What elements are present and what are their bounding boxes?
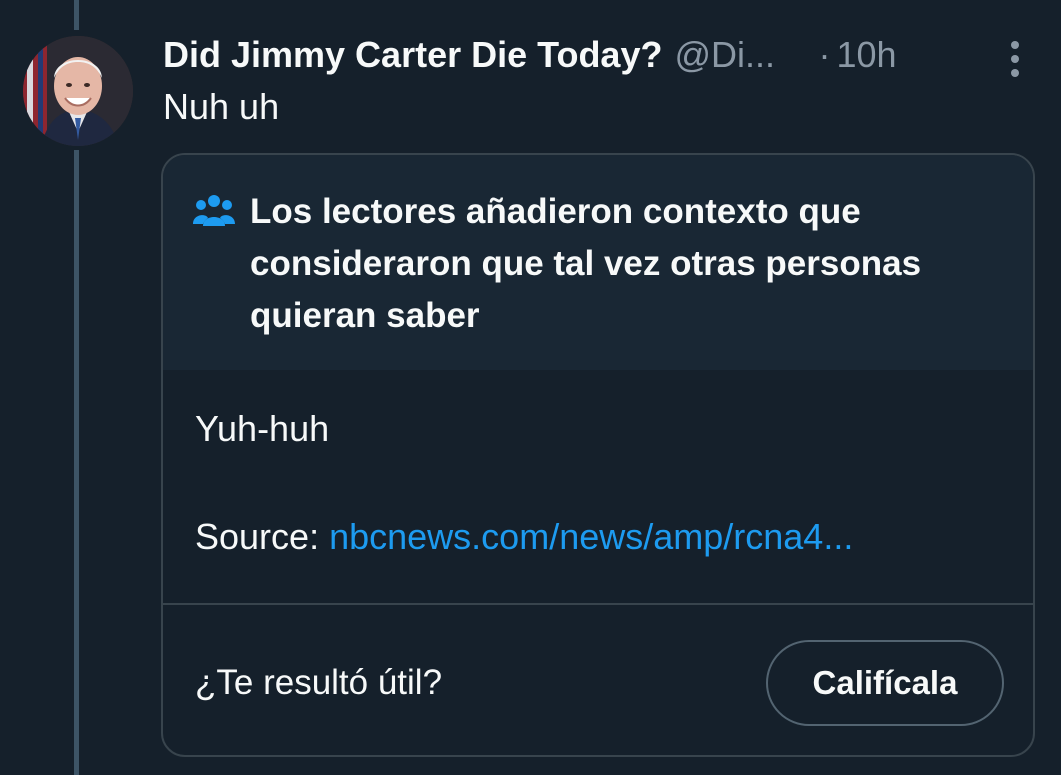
display-name[interactable]: Did Jimmy Carter Die Today? xyxy=(163,34,662,76)
user-handle[interactable]: @Di... xyxy=(674,34,786,76)
community-note-card: Los lectores añadieron contexto que cons… xyxy=(161,153,1035,757)
community-note-source: Source: nbcnews.com/news/amp/rcna4... xyxy=(195,516,1015,558)
source-link[interactable]: nbcnews.com/news/amp/rcna4... xyxy=(329,516,853,557)
rate-note-button[interactable]: Califícala xyxy=(766,640,1004,726)
community-note-title: Los lectores añadieron contexto que cons… xyxy=(250,192,922,335)
avatar[interactable] xyxy=(23,36,133,146)
tweet-header: Did Jimmy Carter Die Today? @Di... · 10h xyxy=(163,30,1031,80)
users-icon xyxy=(193,195,235,226)
source-label: Source: xyxy=(195,516,320,557)
thread-line-top xyxy=(74,0,79,30)
more-vertical-icon xyxy=(1011,41,1019,77)
more-options-button[interactable] xyxy=(993,37,1037,81)
thread-line-bottom xyxy=(74,150,79,775)
community-note-header: Los lectores añadieron contexto que cons… xyxy=(163,155,1033,370)
tweet-text: Nuh uh xyxy=(163,86,280,127)
avatar-portrait xyxy=(23,36,133,146)
tweet-time[interactable]: 10h xyxy=(836,34,896,76)
community-note-divider xyxy=(163,603,1033,605)
tweet-page: Did Jimmy Carter Die Today? @Di... · 10h… xyxy=(0,0,1061,775)
community-note-body: Yuh-huh Source: nbcnews.com/news/amp/rcn… xyxy=(195,408,1015,558)
community-note-text: Yuh-huh xyxy=(195,408,330,449)
separator-dot: · xyxy=(818,34,831,75)
helpful-prompt: ¿Te resultó útil? xyxy=(195,663,443,702)
